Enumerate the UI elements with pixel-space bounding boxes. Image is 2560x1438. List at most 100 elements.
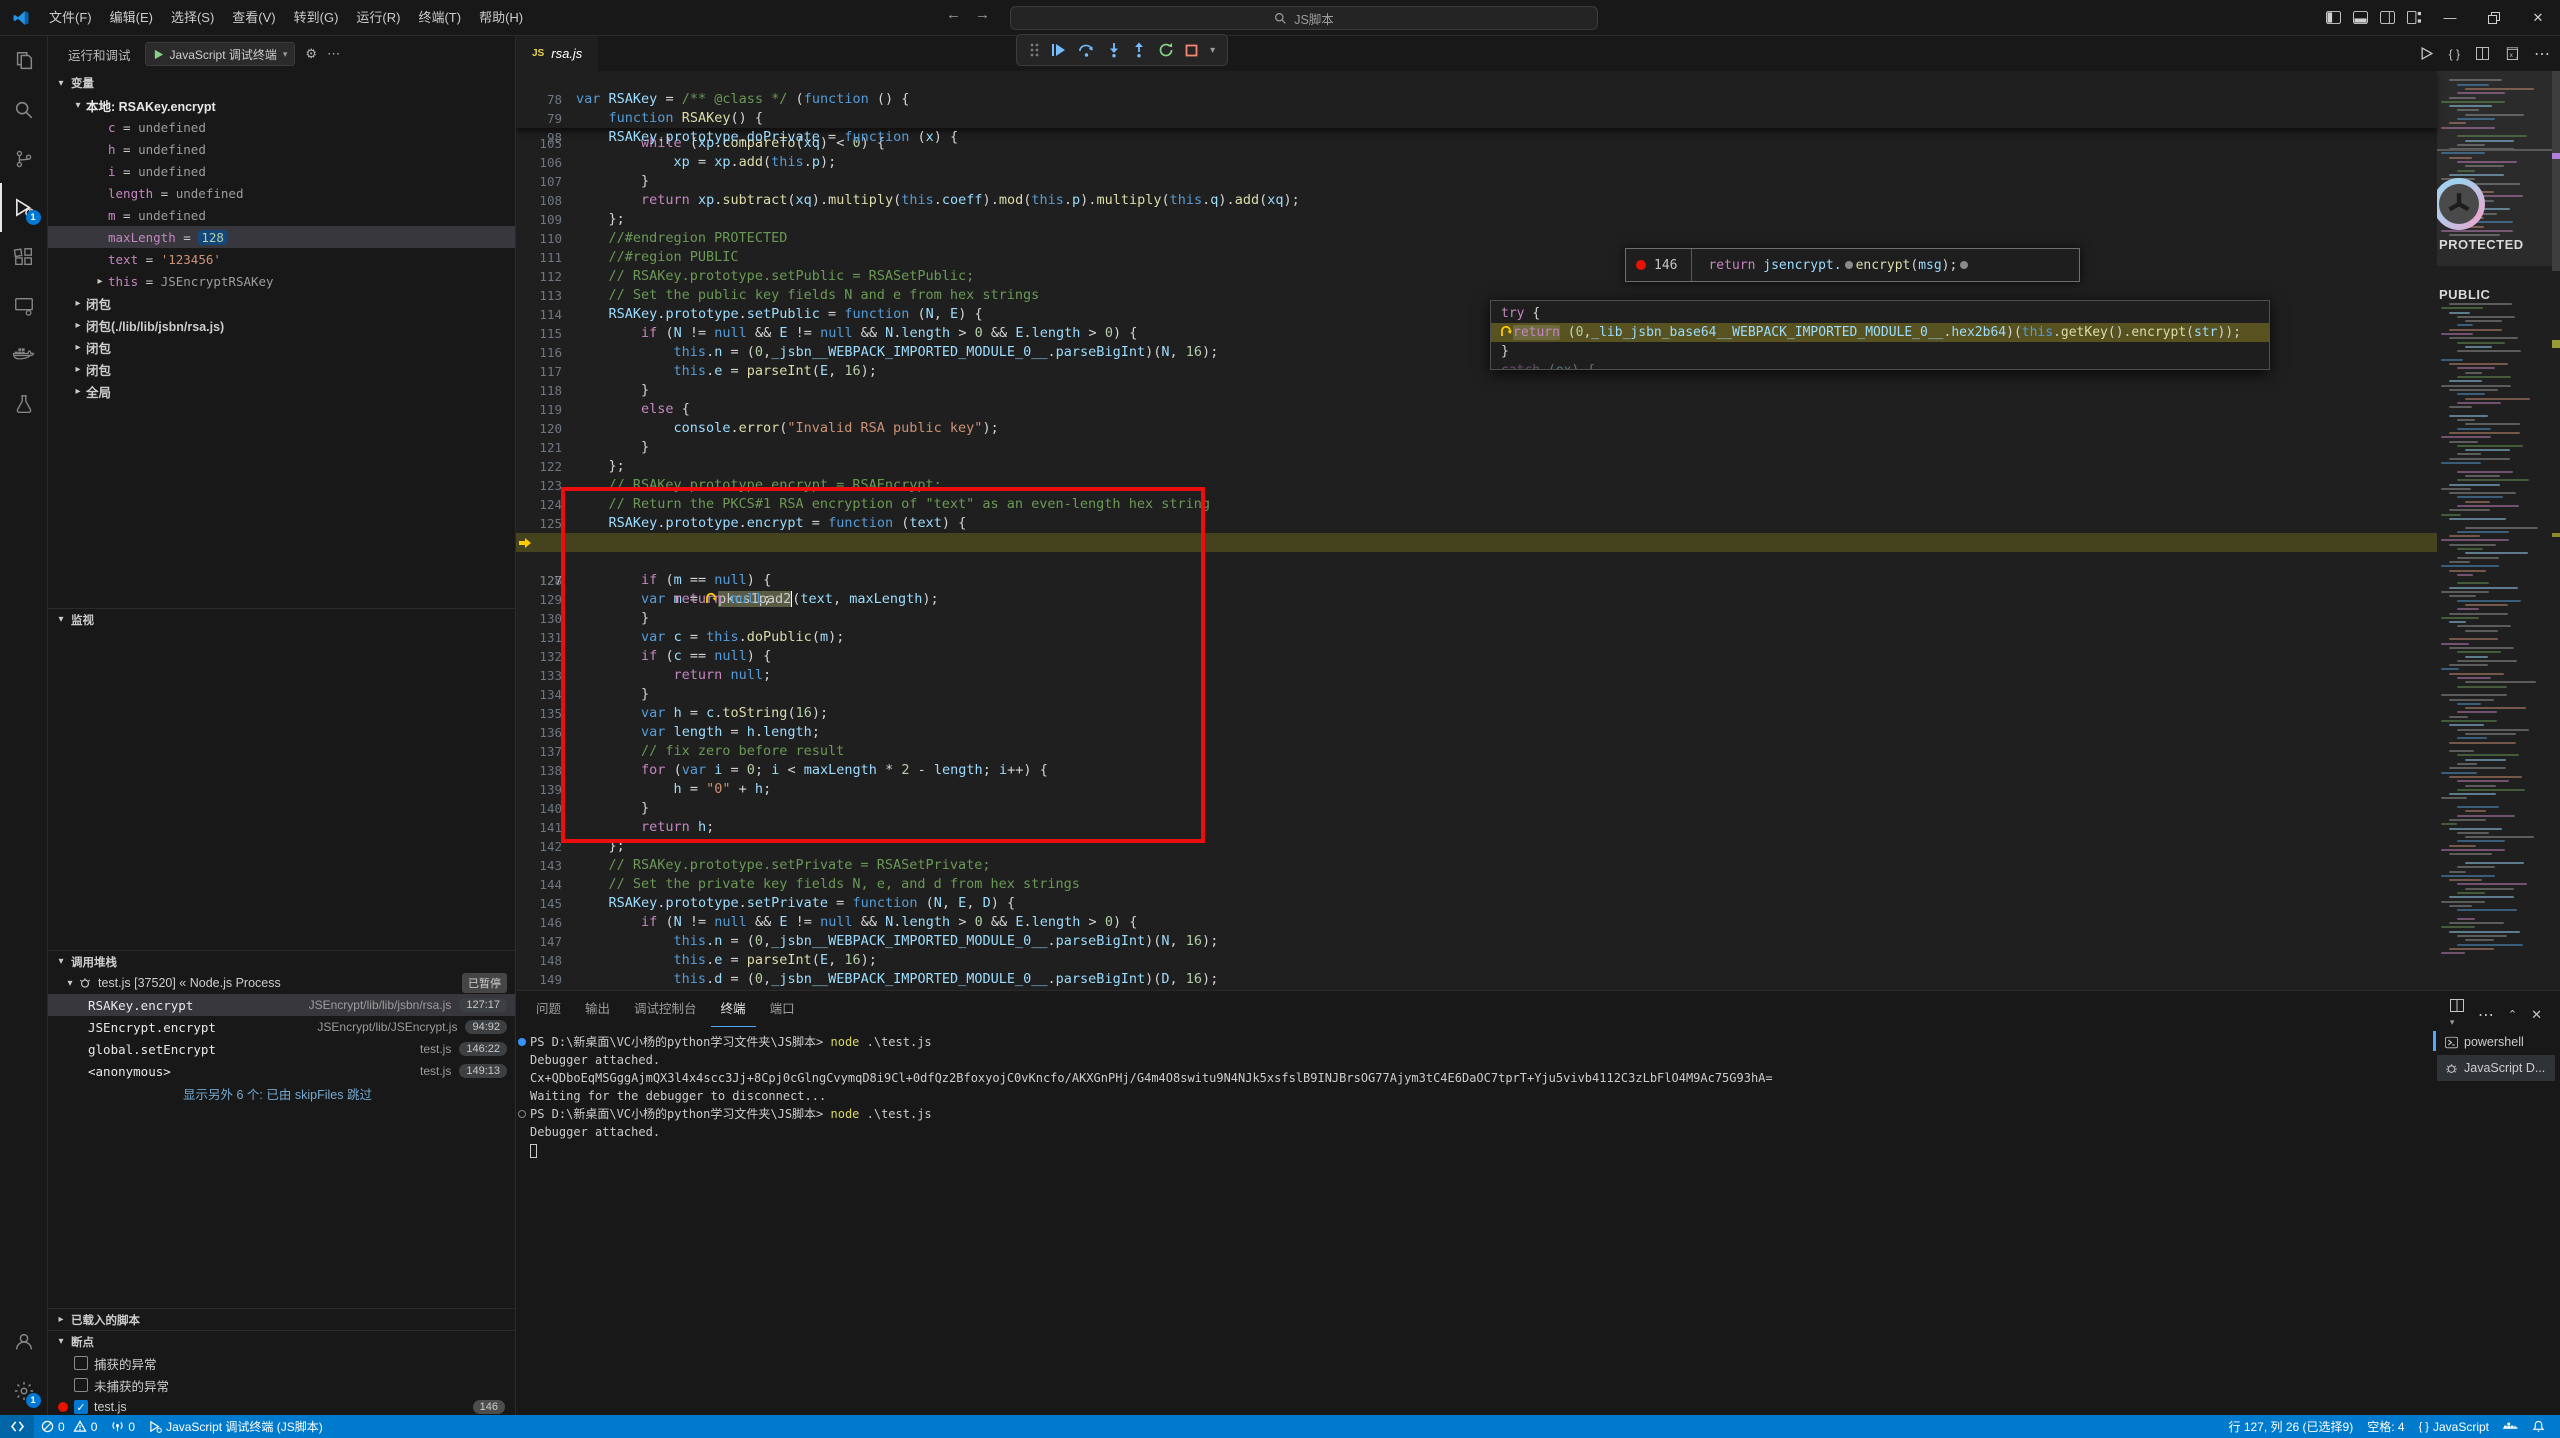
- terminal-instance-powershell[interactable]: powershell: [2437, 1029, 2555, 1055]
- step-into-icon[interactable]: [1107, 42, 1121, 58]
- tab-rsa-js[interactable]: JS rsa.js: [516, 36, 598, 71]
- show-more-frames[interactable]: 显示另外 6 个: 已由 skipFiles 跳过: [48, 1082, 515, 1104]
- variable-row-text[interactable]: text = '123456': [48, 248, 515, 270]
- code-line-121[interactable]: 121 }: [516, 419, 2437, 438]
- stop-icon[interactable]: [1185, 44, 1198, 57]
- variable-row-maxLength[interactable]: maxLength = 128: [48, 226, 515, 248]
- restore-button[interactable]: [2472, 0, 2516, 35]
- code-line-122[interactable]: 122 };: [516, 438, 2437, 457]
- close-panel-icon[interactable]: ✕: [2531, 1007, 2542, 1023]
- activity-account[interactable]: [0, 1317, 48, 1366]
- menu-转到(G)[interactable]: 转到(G): [285, 5, 348, 31]
- toolbar-chevron-down-icon[interactable]: ▾: [1210, 45, 1215, 56]
- sticky-line-79[interactable]: 79 function RSAKey() {: [516, 90, 2437, 109]
- docker-status-icon[interactable]: [2496, 1421, 2525, 1433]
- callstack-section-header[interactable]: ▾调用堆栈: [48, 950, 515, 972]
- code-line-119[interactable]: 119 else {: [516, 381, 2437, 400]
- more-actions-icon[interactable]: ⋯: [2534, 44, 2550, 64]
- scope-row[interactable]: ▸ 闭包(./lib/lib/jsbn/rsa.js): [48, 314, 515, 336]
- code-line-150[interactable]: 150 }: [516, 970, 2437, 989]
- code-line-113[interactable]: 113 // Set the public key fields N and e…: [516, 267, 2437, 286]
- breakpoint-row[interactable]: 捕获的异常: [48, 1352, 515, 1374]
- problems-status[interactable]: 0 0: [34, 1415, 104, 1438]
- command-decoration-icon[interactable]: [518, 1110, 526, 1118]
- panel-tab-端口[interactable]: 端口: [760, 991, 805, 1027]
- open-changes-icon[interactable]: x: [2505, 47, 2518, 60]
- variable-row-this[interactable]: ▸ this = JSEncryptRSAKey: [48, 270, 515, 292]
- stack-frame[interactable]: global.setEncrypt test.js 146:22: [48, 1038, 515, 1060]
- maximize-panel-icon[interactable]: ⌃: [2508, 1008, 2517, 1021]
- minimap[interactable]: PROTECTED PUBLIC: [2437, 71, 2552, 990]
- code-line-107[interactable]: 107 }: [516, 153, 2437, 172]
- code-line-146[interactable]: 146 if (N != null && E != null && N.leng…: [516, 894, 2437, 913]
- code-line-144[interactable]: 144 // Set the private key fields N, e, …: [516, 856, 2437, 875]
- code-line-109[interactable]: 109 };: [516, 191, 2437, 210]
- restart-icon[interactable]: [1158, 42, 1174, 58]
- menu-查看(V)[interactable]: 查看(V): [223, 5, 284, 31]
- indentation-status[interactable]: 空格: 4: [2360, 1418, 2411, 1435]
- code-line-145[interactable]: 145 RSAKey.prototype.setPrivate = functi…: [516, 875, 2437, 894]
- customize-layout-icon[interactable]: [2401, 0, 2428, 35]
- ports-status[interactable]: 0: [104, 1415, 142, 1438]
- command-center-search[interactable]: JS脚本: [1010, 6, 1598, 30]
- activity-test-explorer[interactable]: [0, 379, 48, 428]
- toolbar-drag-handle[interactable]: [1029, 42, 1039, 58]
- variables-section-header[interactable]: ▾变量: [48, 72, 515, 94]
- scope-row[interactable]: ▸ 闭包: [48, 292, 515, 314]
- scrollbar-thumb[interactable]: [2552, 71, 2560, 271]
- menu-选择(S)[interactable]: 选择(S): [162, 5, 223, 31]
- toggle-secondary-sidebar-icon[interactable]: [2374, 0, 2401, 35]
- minimize-button[interactable]: —: [2428, 0, 2472, 35]
- braces-icon[interactable]: { }: [2449, 47, 2460, 61]
- code-line-110[interactable]: 110 //#endregion PROTECTED: [516, 210, 2437, 229]
- breakpoint-checkbox[interactable]: [74, 1356, 88, 1370]
- code-line-148[interactable]: 148 this.e = parseInt(E, 16);: [516, 932, 2437, 951]
- back-arrow-icon[interactable]: ←: [946, 6, 961, 23]
- editor-scrollbar[interactable]: [2552, 71, 2560, 990]
- split-editor-icon[interactable]: [2476, 47, 2489, 60]
- menu-终端(T)[interactable]: 终端(T): [409, 5, 470, 31]
- variable-row-length[interactable]: length = undefined: [48, 182, 515, 204]
- code-line-147[interactable]: 147 this.n = (0,_jsbn__WEBPACK_IMPORTED_…: [516, 913, 2437, 932]
- code-line-123[interactable]: 123 // RSAKey.prototype.encrypt = RSAEnc…: [516, 457, 2437, 476]
- run-file-icon[interactable]: [2420, 47, 2433, 60]
- panel-tab-输出[interactable]: 输出: [575, 991, 620, 1027]
- breakpoint-row[interactable]: 未捕获的异常: [48, 1374, 515, 1396]
- panel-tab-终端[interactable]: 终端: [711, 991, 756, 1027]
- activity-explorer[interactable]: [0, 36, 48, 85]
- activity-extensions[interactable]: [0, 232, 48, 281]
- variable-row-h[interactable]: h = undefined: [48, 138, 515, 160]
- stack-frame[interactable]: RSAKey.encrypt JSEncrypt/lib/lib/jsbn/rs…: [48, 994, 515, 1016]
- step-over-icon[interactable]: [1078, 42, 1095, 58]
- remote-indicator[interactable]: [0, 1415, 34, 1438]
- step-out-icon[interactable]: [1132, 42, 1146, 58]
- scope-row[interactable]: ▾ 本地: RSAKey.encrypt: [48, 94, 515, 116]
- forward-arrow-icon[interactable]: →: [975, 6, 990, 23]
- breakpoint-checkbox[interactable]: ✓: [74, 1400, 88, 1414]
- split-terminal-icon[interactable]: ▾: [2450, 999, 2464, 1030]
- menu-运行(R)[interactable]: 运行(R): [347, 5, 409, 31]
- code-line-149[interactable]: 149 this.d = (0,_jsbn__WEBPACK_IMPORTED_…: [516, 951, 2437, 970]
- toggle-sidebar-icon[interactable]: [2320, 0, 2347, 35]
- debug-config-dropdown[interactable]: JavaScript 调试终端 ▾: [145, 42, 296, 66]
- command-decoration-icon[interactable]: [518, 1038, 526, 1046]
- activity-source-control[interactable]: [0, 134, 48, 183]
- sticky-line-78[interactable]: 78var RSAKey = /** @class */ (function (…: [516, 71, 2437, 90]
- inline-breakpoint-candidate[interactable]: [1845, 261, 1853, 269]
- notifications-bell-icon[interactable]: [2525, 1420, 2552, 1433]
- debug-session-status[interactable]: JavaScript 调试终端 (JS脚本): [142, 1415, 330, 1438]
- variable-row-c[interactable]: c = undefined: [48, 116, 515, 138]
- language-mode-status[interactable]: { } JavaScript: [2412, 1420, 2496, 1434]
- breakpoint-checkbox[interactable]: [74, 1378, 88, 1392]
- panel-tab-调试控制台[interactable]: 调试控制台: [624, 991, 707, 1027]
- scope-row[interactable]: ▸ 闭包: [48, 336, 515, 358]
- toggle-panel-icon[interactable]: [2347, 0, 2374, 35]
- debug-gear-icon[interactable]: ⚙: [305, 46, 317, 62]
- breakpoint-row[interactable]: ✓ test.js 146: [48, 1396, 515, 1415]
- activity-run-and-debug[interactable]: 1: [0, 183, 48, 232]
- panel-more-icon[interactable]: ⋯: [2478, 1005, 2494, 1025]
- cursor-position-status[interactable]: 行 127, 列 26 (已选择9): [2222, 1418, 2361, 1435]
- variable-row-m[interactable]: m = undefined: [48, 204, 515, 226]
- variable-row-i[interactable]: i = undefined: [48, 160, 515, 182]
- code-line-120[interactable]: 120 console.error("Invalid RSA public ke…: [516, 400, 2437, 419]
